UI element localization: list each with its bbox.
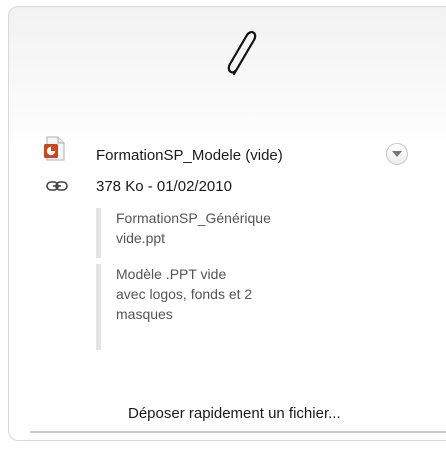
description-line: Modèle .PPT vide xyxy=(116,266,227,282)
paperclip-icon xyxy=(227,31,257,76)
document-description: Modèle .PPT vide avec logos, fonds et 2 … xyxy=(96,264,356,350)
file-menu-button[interactable] xyxy=(386,143,408,165)
quick-upload-button[interactable]: Déposer rapidement un fichier... xyxy=(128,405,341,423)
file-name-link[interactable]: FormationSP_Modele (vide) xyxy=(96,147,283,165)
document-name-line: FormationSP_Générique xyxy=(116,210,271,226)
file-meta: 378 Ko - 01/02/2010 xyxy=(96,178,232,195)
description-line: avec logos, fonds et 2 xyxy=(116,286,253,302)
divider xyxy=(30,431,446,433)
document-name-line: vide.ppt xyxy=(116,230,166,246)
description-line: masques xyxy=(116,306,173,322)
document-name: FormationSP_Générique vide.ppt xyxy=(96,208,356,258)
chevron-down-icon xyxy=(392,151,402,157)
link-icon[interactable] xyxy=(46,180,68,192)
powerpoint-file-icon[interactable] xyxy=(44,136,66,162)
